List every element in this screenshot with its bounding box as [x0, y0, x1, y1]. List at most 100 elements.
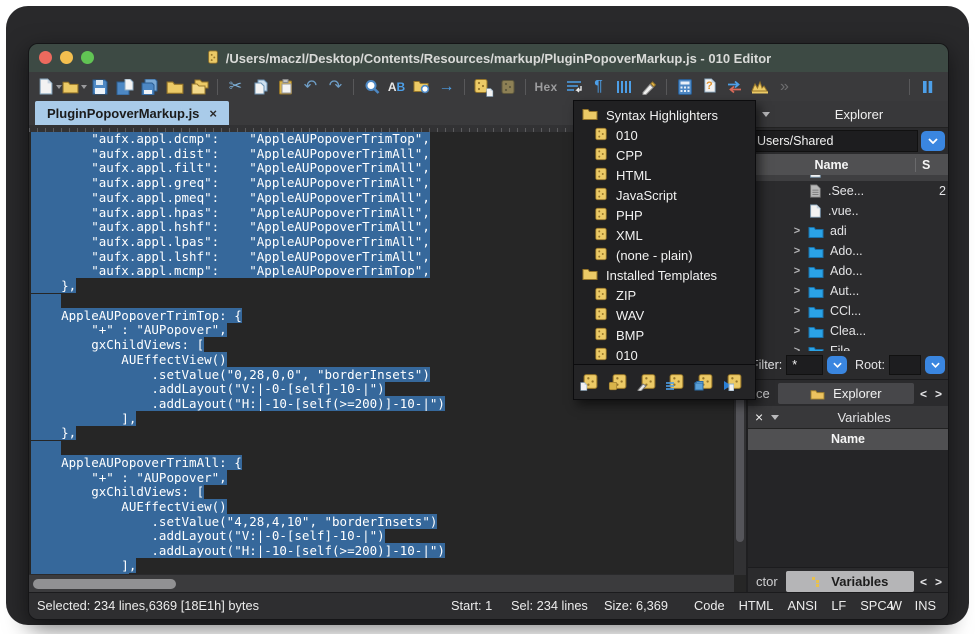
open-template-icon[interactable]	[610, 371, 632, 393]
menu-item-010[interactable]: 010	[574, 345, 755, 365]
file-row-vue[interactable]: .vue..	[748, 201, 948, 221]
menu-item-javascript[interactable]: JavaScript	[574, 185, 755, 205]
menu-item--none-plain-[interactable]: (none - plain)	[574, 245, 755, 265]
expand-chevron-icon[interactable]: >	[792, 325, 802, 337]
status-flag-spc4[interactable]: SPC4	[860, 598, 893, 613]
file-row-aut[interactable]: >Aut...	[748, 281, 948, 301]
root-input[interactable]	[889, 355, 921, 375]
filter-input[interactable]: *	[786, 355, 823, 375]
minimize-window-button[interactable]	[60, 51, 73, 64]
explorer-path-dropdown-button[interactable]	[921, 131, 945, 151]
zoom-window-button[interactable]	[81, 51, 94, 64]
tab-variables[interactable]: Variables	[786, 571, 914, 592]
column-size-header[interactable]: S	[915, 158, 948, 172]
redo-icon[interactable]: ↷	[323, 75, 348, 99]
status-flag-code[interactable]: Code	[694, 598, 725, 613]
status-flag-ansi[interactable]: ANSI	[787, 598, 817, 613]
mid-tab-next-button[interactable]: >	[935, 387, 942, 401]
file-row-clea[interactable]: >Clea...	[748, 321, 948, 341]
variables-close-icon[interactable]: ×	[755, 410, 763, 424]
bottom-tab-next-button[interactable]: >	[935, 575, 942, 589]
save-all-icon[interactable]	[137, 75, 162, 99]
folder-icon	[582, 107, 598, 123]
file-row-see[interactable]: .See...2	[748, 181, 948, 201]
menu-item-bmp[interactable]: BMP	[574, 325, 755, 345]
column-name-header[interactable]: Name	[748, 158, 915, 172]
file-row-ado[interactable]: >Ado...	[748, 241, 948, 261]
explorer-menu-icon[interactable]	[762, 112, 770, 117]
tab-inspector-partial[interactable]: ctor	[748, 574, 786, 589]
horizontal-scrollbar[interactable]	[29, 574, 734, 593]
compare-files-icon[interactable]	[722, 75, 747, 99]
expand-chevron-icon[interactable]: >	[792, 245, 802, 257]
file-row-ado[interactable]: >Ado...	[748, 261, 948, 281]
save-as-icon[interactable]	[112, 75, 137, 99]
goto-icon[interactable]: →	[434, 75, 459, 99]
status-insert-mode[interactable]: INS	[915, 598, 936, 613]
expand-chevron-icon[interactable]: >	[792, 285, 802, 297]
histogram-icon[interactable]	[747, 75, 772, 99]
cut-icon[interactable]: ✂	[223, 75, 248, 99]
calculator-icon[interactable]	[672, 75, 697, 99]
close-window-button[interactable]	[39, 51, 52, 64]
word-wrap-icon[interactable]	[561, 75, 586, 99]
mid-tab-prev-button[interactable]: <	[920, 387, 927, 401]
status-flag-lf[interactable]: LF	[831, 598, 846, 613]
filter-dropdown-button[interactable]	[827, 356, 847, 374]
copy-icon[interactable]	[248, 75, 273, 99]
file-name: .See...	[828, 184, 864, 198]
new-template-icon[interactable]	[581, 371, 603, 393]
find-icon[interactable]	[359, 75, 384, 99]
more-tools-icon[interactable]: »	[772, 75, 797, 99]
run-script-icon[interactable]	[470, 75, 495, 99]
file-row-adi[interactable]: >adi	[748, 221, 948, 241]
edit-template-icon[interactable]	[639, 371, 661, 393]
file-row-file[interactable]: >File	[748, 341, 948, 351]
undo-icon[interactable]: ↶	[298, 75, 323, 99]
menu-item-html[interactable]: HTML	[574, 165, 755, 185]
menu-item-wav[interactable]: WAV	[574, 305, 755, 325]
menu-item-xml[interactable]: XML	[574, 225, 755, 245]
expand-chevron-icon[interactable]: >	[792, 225, 802, 237]
variables-menu-icon[interactable]	[771, 415, 779, 420]
tab-pluginpopovermarkup[interactable]: PluginPopoverMarkup.js ×	[35, 101, 229, 125]
paste-icon[interactable]	[273, 75, 298, 99]
new-file-icon[interactable]	[37, 75, 62, 99]
bottom-tab-prev-button[interactable]: <	[920, 575, 927, 589]
replace-icon[interactable]: AB	[384, 75, 409, 99]
menu-item-php[interactable]: PHP	[574, 205, 755, 225]
tab-explorer[interactable]: Explorer	[778, 383, 914, 404]
template-package-icon[interactable]	[697, 371, 719, 393]
menu-item-010[interactable]: 010	[574, 125, 755, 145]
show-whitespace-icon[interactable]: ¶	[586, 75, 611, 99]
file-row-ccl[interactable]: >CCl...	[748, 301, 948, 321]
save-icon[interactable]	[87, 75, 112, 99]
expand-chevron-icon[interactable]: >	[792, 265, 802, 277]
menu-section-syntax-highlighters[interactable]: Syntax Highlighters	[574, 105, 755, 125]
horizontal-scrollbar-thumb[interactable]	[33, 579, 176, 589]
open-recent-icon[interactable]	[187, 75, 212, 99]
expand-chevron-icon[interactable]: >	[792, 305, 802, 317]
hex-view-icon[interactable]: Hex	[531, 75, 561, 99]
highlight-icon[interactable]	[636, 75, 661, 99]
explorer-column-header[interactable]: Name S	[748, 154, 948, 176]
pause-icon[interactable]	[915, 75, 940, 99]
explorer-path-input[interactable]: Users/Shared	[751, 130, 918, 152]
run-template-icon[interactable]	[495, 75, 520, 99]
menu-item-cpp[interactable]: CPP	[574, 145, 755, 165]
root-dropdown-button[interactable]	[925, 356, 945, 374]
template-list-icon[interactable]	[668, 371, 690, 393]
variables-column-header[interactable]: Name	[748, 429, 948, 450]
run-template-icon[interactable]	[726, 371, 748, 393]
open-folder-icon[interactable]	[162, 75, 187, 99]
file-properties-icon[interactable]: ?	[697, 75, 722, 99]
column-mode-icon[interactable]	[611, 75, 636, 99]
status-wrap-indicator[interactable]: W	[890, 598, 902, 613]
status-flag-html[interactable]: HTML	[739, 598, 774, 613]
menu-section-installed-templates[interactable]: Installed Templates	[574, 265, 755, 285]
status-bar: Selected: 234 lines,6369 [18E1h] bytes S…	[29, 592, 948, 619]
menu-item-zip[interactable]: ZIP	[574, 285, 755, 305]
find-in-files-icon[interactable]	[409, 75, 434, 99]
open-file-icon[interactable]	[62, 75, 87, 99]
tab-close-icon[interactable]: ×	[209, 106, 217, 121]
